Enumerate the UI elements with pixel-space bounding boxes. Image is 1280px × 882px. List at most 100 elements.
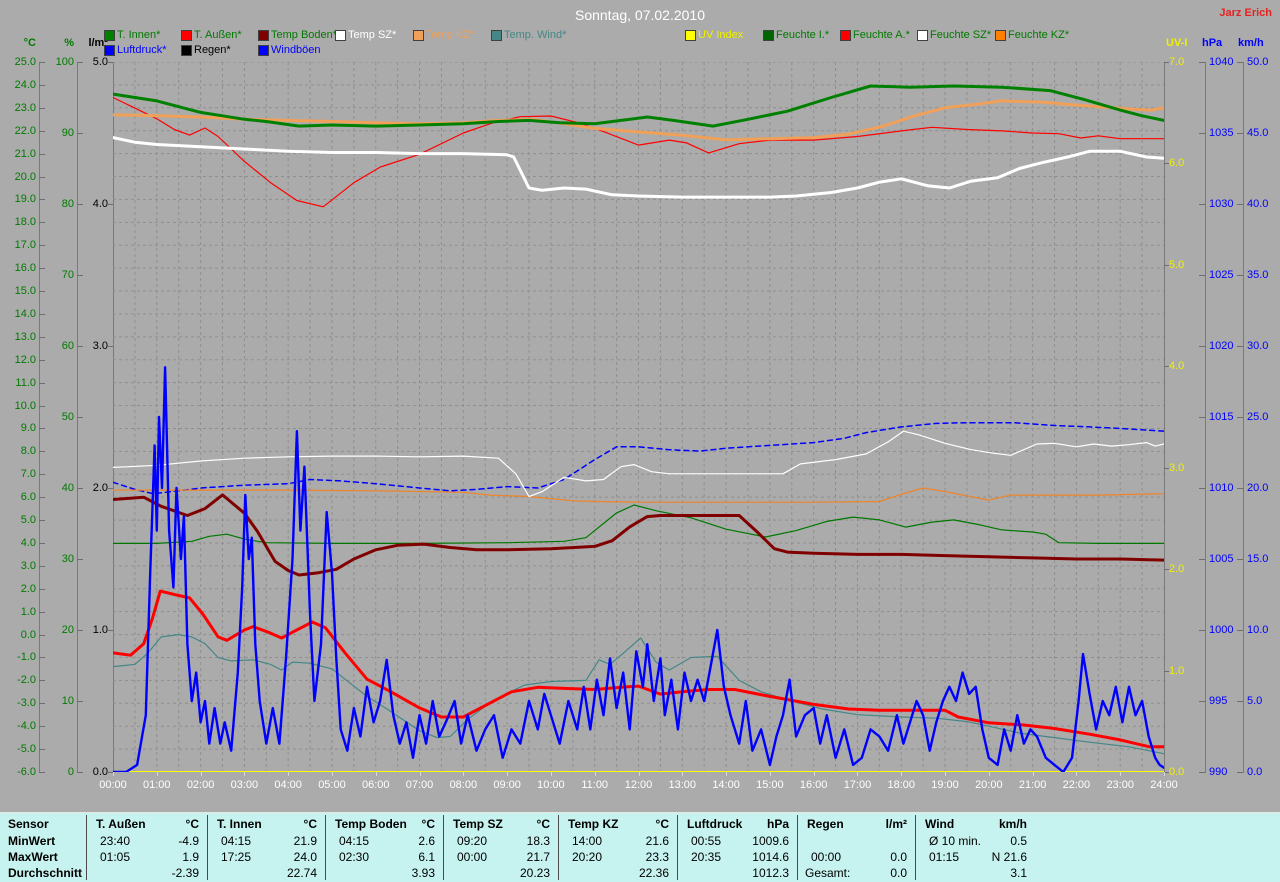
tick-percent: 70 xyxy=(61,269,74,281)
tickmark xyxy=(39,588,45,590)
x-tick-label: 07:00 xyxy=(405,779,434,791)
legend-swatch xyxy=(104,30,115,41)
tick-uv: 6.0 xyxy=(1169,157,1185,170)
x-tick-label: 19:00 xyxy=(931,779,959,791)
x-tickmark xyxy=(682,772,684,776)
table-cell: 1.9 xyxy=(182,850,199,864)
axis-header-percent: % xyxy=(64,37,74,49)
x-tickmark xyxy=(726,772,728,776)
tickmark xyxy=(107,630,113,631)
tick-temp_c: 0.0 xyxy=(20,628,36,641)
legend-swatch xyxy=(181,45,192,56)
tick-lm2: 4.0 xyxy=(92,198,108,210)
tick-kmh: 30.0 xyxy=(1247,340,1269,352)
tick-temp_c: -5.0 xyxy=(17,743,36,756)
x-tickmark xyxy=(594,772,596,776)
tickmark xyxy=(39,222,45,224)
tick-percent: 0 xyxy=(67,766,74,778)
tickmark xyxy=(39,245,45,247)
table-cell: 0.0 xyxy=(890,850,907,864)
tick-kmh: 35.0 xyxy=(1247,269,1269,281)
tick-kmh: 25.0 xyxy=(1247,411,1269,423)
tick-uv: 5.0 xyxy=(1169,258,1185,271)
axis-header-kmh: km/h xyxy=(1238,37,1264,49)
table-cell: 21.9 xyxy=(293,834,317,848)
table-separator xyxy=(325,815,326,880)
table-cell: 6.1 xyxy=(418,850,435,864)
tickmark xyxy=(1237,772,1243,773)
legend-swatch xyxy=(917,30,928,41)
table-cell: °C xyxy=(185,817,199,831)
x-tick-label: 00:00 xyxy=(99,779,127,791)
table-cell: °C xyxy=(655,817,669,831)
legend-label: Temp SZ* xyxy=(348,29,397,41)
table-cell: 23.3 xyxy=(645,850,669,864)
tick-kmh: 45.0 xyxy=(1247,127,1269,139)
kmh-axis-line xyxy=(1243,62,1244,773)
tickmark xyxy=(39,382,45,384)
axis-header-temp-c: °C xyxy=(23,37,36,49)
tick-temp_c: 25.0 xyxy=(14,56,36,68)
tickmark xyxy=(39,542,45,544)
legend-swatch xyxy=(335,30,346,41)
legend-label: Windböen xyxy=(271,44,321,56)
tickmark xyxy=(1164,264,1169,266)
x-tickmark xyxy=(901,772,903,776)
legend-label: UV Index xyxy=(698,29,744,41)
tickmark xyxy=(39,680,45,682)
legend-swatch xyxy=(413,30,424,41)
tick-temp_c: 5.0 xyxy=(20,514,36,527)
tick-temp_c: 23.0 xyxy=(14,101,36,114)
page-title: Sonntag, 07.02.2010 xyxy=(574,7,705,23)
x-tickmark xyxy=(638,772,640,776)
tick-temp_c: 2.0 xyxy=(20,582,36,595)
table-separator xyxy=(443,815,444,880)
tick-kmh: 10.0 xyxy=(1247,624,1269,636)
legend-label: T. Innen* xyxy=(117,29,161,41)
tickmark xyxy=(1237,701,1243,702)
tick-kmh: 0.0 xyxy=(1247,766,1263,778)
table-cell: -2.39 xyxy=(171,866,199,880)
tickmark xyxy=(77,701,83,702)
x-tick-label: 24:00 xyxy=(1150,779,1178,791)
table-cell: 20.23 xyxy=(519,866,550,880)
x-tick-label: 04:00 xyxy=(274,779,302,791)
tick-temp_c: 7.0 xyxy=(20,468,36,481)
tickmark xyxy=(39,359,45,361)
legend-swatch xyxy=(258,30,269,41)
tick-lm2: 2.0 xyxy=(92,482,108,494)
tick-temp_c: 4.0 xyxy=(20,536,36,549)
table-separator xyxy=(558,815,559,880)
tick-kmh: 5.0 xyxy=(1247,695,1263,707)
table-cell: hPa xyxy=(766,817,789,831)
tick-temp_c: -6.0 xyxy=(17,766,36,778)
x-tickmark xyxy=(288,772,290,776)
tick-uv: 4.0 xyxy=(1169,360,1185,373)
chart-plot-area[interactable] xyxy=(113,62,1164,772)
x-tick-label: 13:00 xyxy=(668,779,697,791)
x-tickmark xyxy=(419,772,421,776)
table-cell: °C xyxy=(536,817,550,831)
tickmark xyxy=(1164,62,1169,63)
x-tickmark xyxy=(331,772,333,776)
x-tick-label: 03:00 xyxy=(230,779,259,791)
tickmark xyxy=(39,497,45,499)
tickmark xyxy=(1199,701,1205,702)
tick-kmh: 40.0 xyxy=(1247,198,1269,210)
stats-table: Sensor MinWert MaxWert Durchschnitt T. Außen… xyxy=(0,812,1280,882)
table-cell: Durchschnitt xyxy=(8,866,83,880)
table-cell: MinWert xyxy=(8,834,56,848)
tick-temp_c: 21.0 xyxy=(14,147,36,160)
tick-uv: 1.0 xyxy=(1169,664,1185,677)
tick-percent: 60 xyxy=(61,340,74,352)
hpa-axis-line xyxy=(1205,62,1206,773)
legend-swatch xyxy=(995,30,1006,41)
tick-temp_c: 24.0 xyxy=(14,78,36,91)
tickmark xyxy=(39,291,45,293)
tick-temp_c: 22.0 xyxy=(14,124,36,137)
tick-temp_c: 20.0 xyxy=(14,170,36,183)
tick-percent: 100 xyxy=(55,56,74,68)
tickmark xyxy=(1199,62,1205,63)
x-tickmark xyxy=(769,772,771,776)
tick-temp_c: 17.0 xyxy=(14,239,36,252)
